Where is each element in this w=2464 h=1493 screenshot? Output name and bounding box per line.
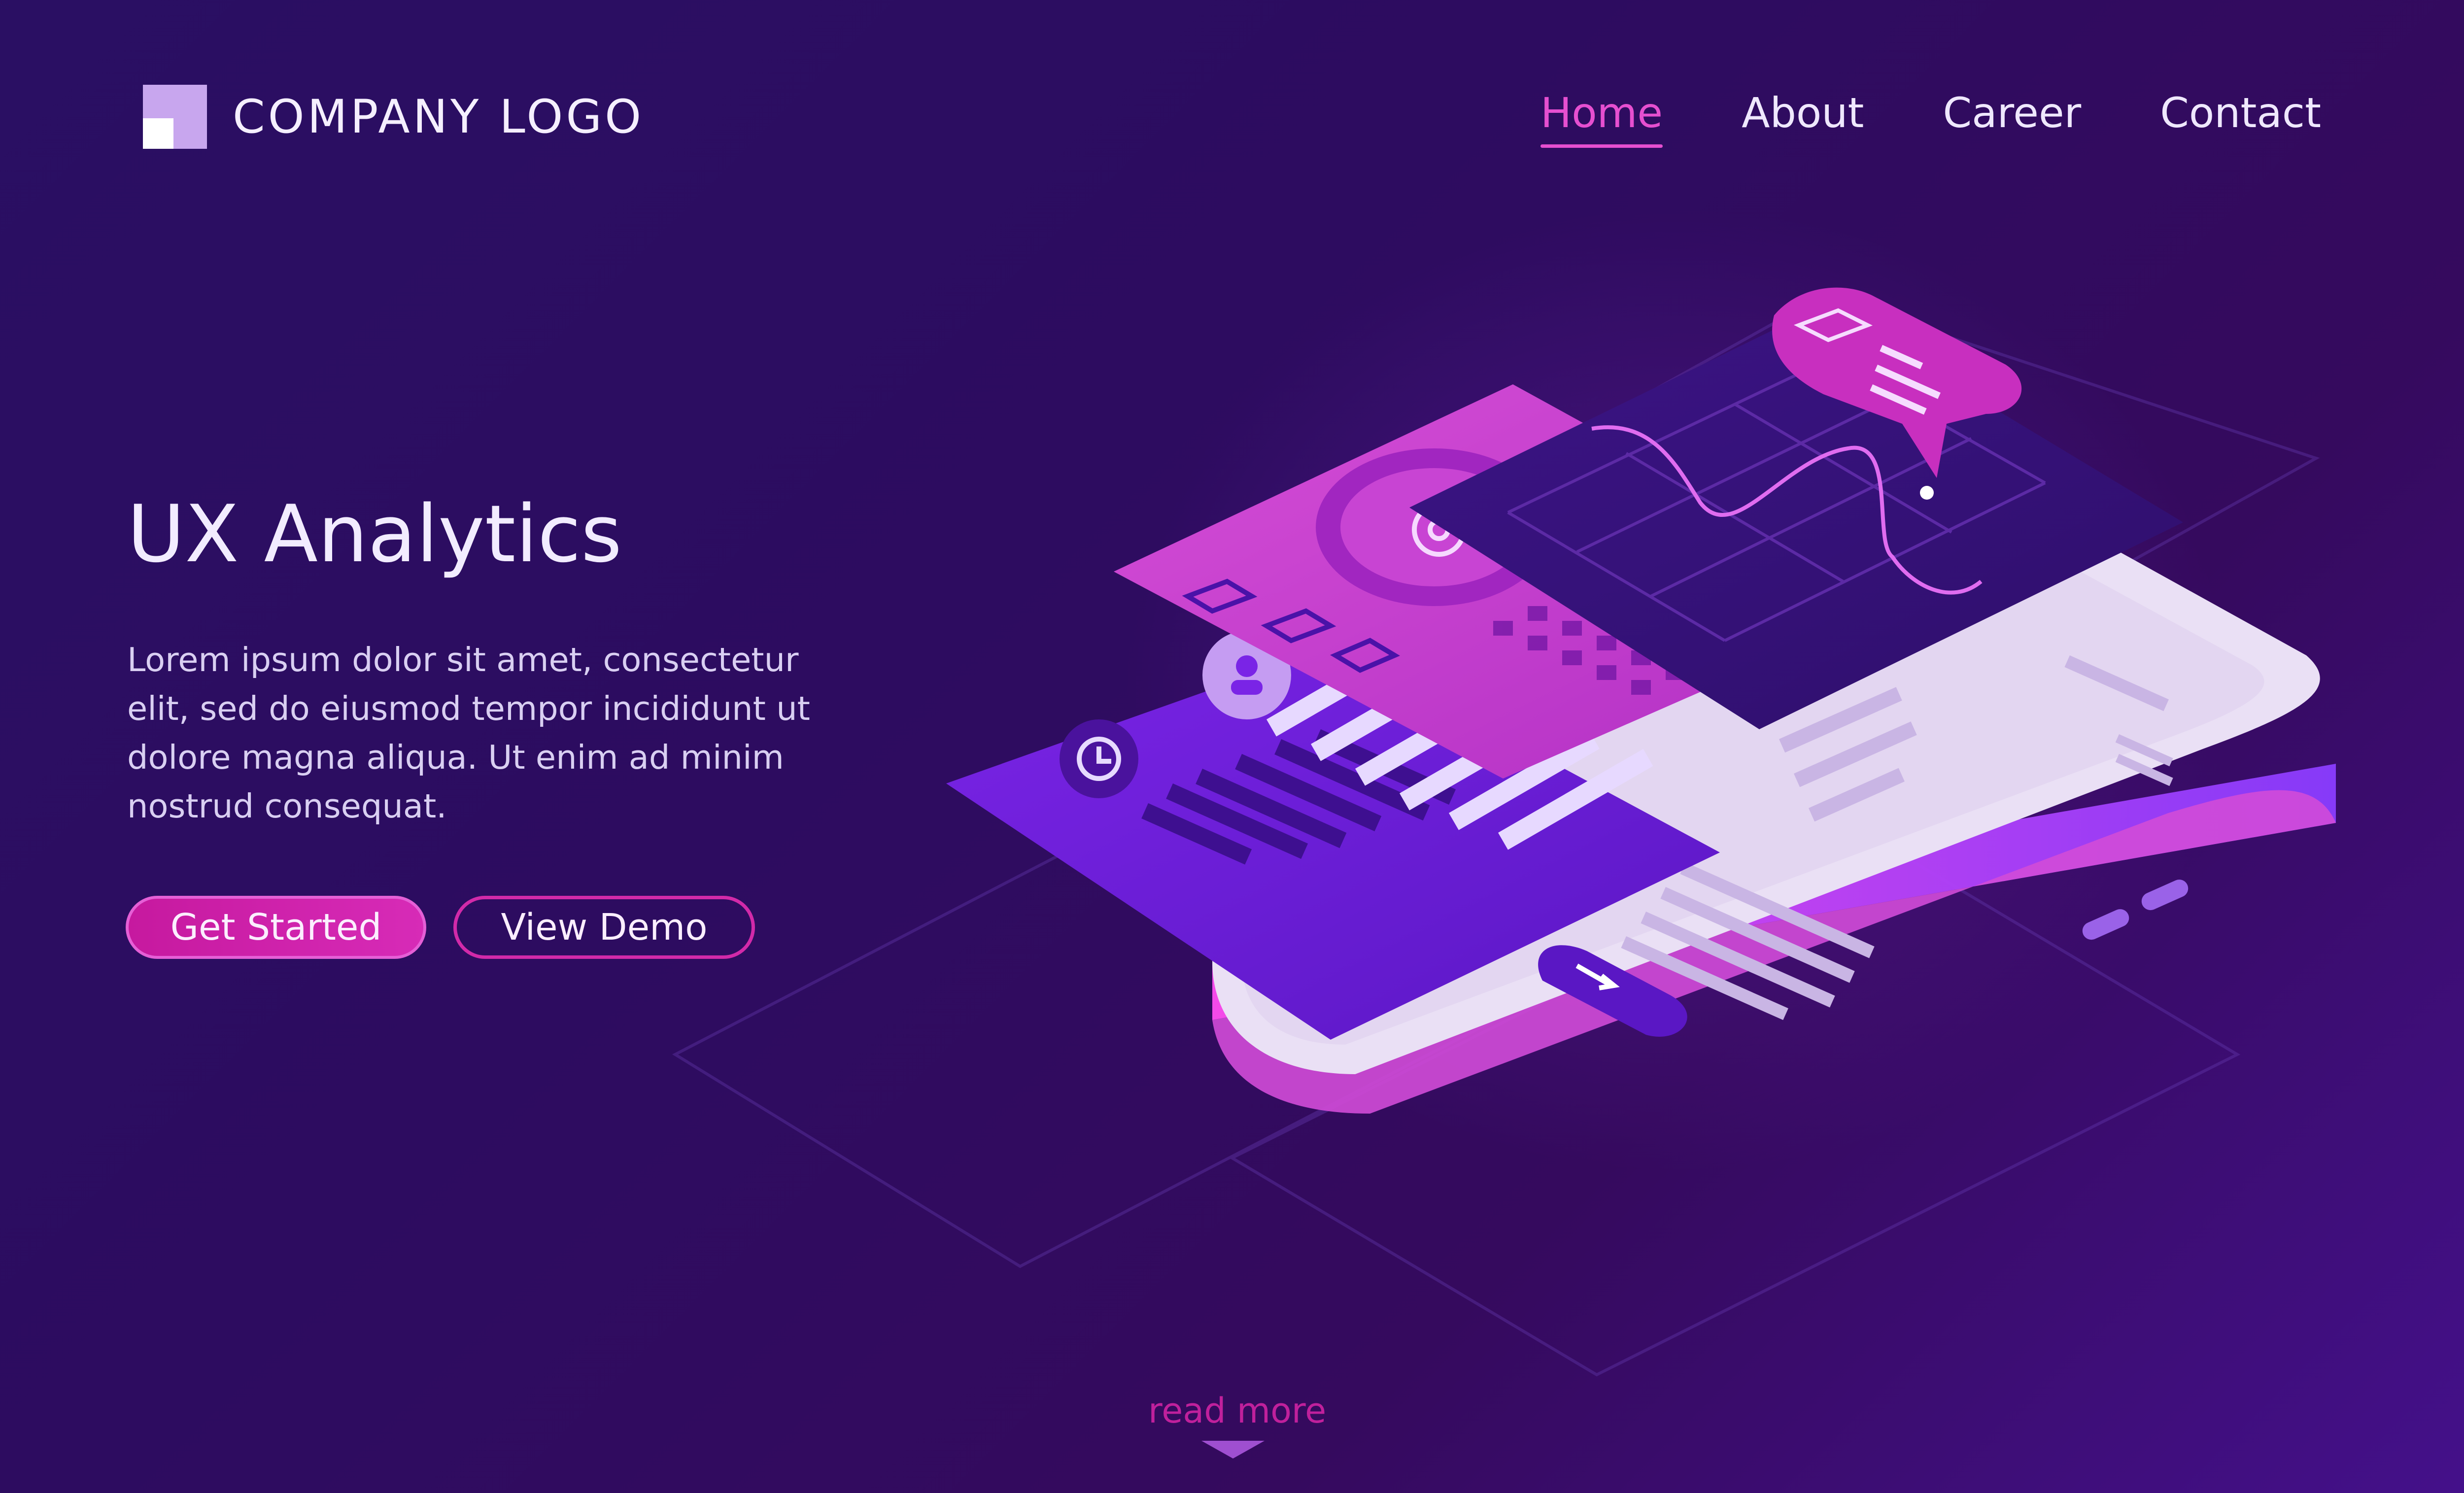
logo-text: COMPANY LOGO (233, 90, 645, 144)
nav-contact[interactable]: Contact (2160, 89, 2321, 148)
nav-about[interactable]: About (1742, 89, 1864, 148)
logo-icon (143, 85, 207, 149)
nav-career[interactable]: Career (1943, 89, 2081, 148)
analytics-illustration (672, 287, 2336, 1377)
nav-home[interactable]: Home (1540, 89, 1663, 148)
hero-title: UX Analytics (127, 488, 622, 580)
main-nav: Home About Career Contact (1540, 89, 2321, 148)
company-logo[interactable]: COMPANY LOGO (143, 85, 644, 149)
get-started-button[interactable]: Get Started (126, 896, 426, 959)
chevron-down-icon[interactable] (1201, 1441, 1265, 1459)
read-more-link[interactable]: read more (1148, 1391, 1326, 1431)
